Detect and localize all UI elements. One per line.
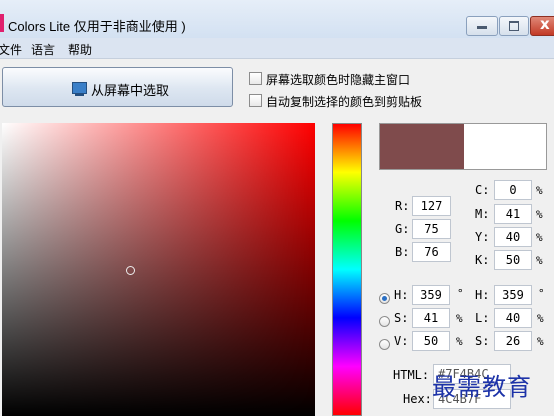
menu-bar: 文件 语言 帮助	[0, 38, 554, 59]
saturation-value-field[interactable]	[2, 123, 315, 416]
auto-copy-checkbox[interactable]	[249, 94, 262, 107]
window-title: Colors Lite 仅用于非商业使用 )	[8, 19, 186, 34]
hsv-h-radio[interactable]	[379, 293, 390, 304]
title-bar: Colors Lite 仅用于非商业使用 ) x	[0, 0, 554, 38]
hsl-h-input[interactable]: 359	[494, 285, 532, 305]
b-input[interactable]: 76	[412, 242, 451, 262]
menu-file[interactable]: 文件	[0, 41, 22, 58]
close-button[interactable]: x	[530, 15, 554, 36]
maximize-button[interactable]	[499, 16, 529, 36]
hsl-h-label: H:	[475, 288, 490, 302]
y-unit: %	[536, 231, 543, 244]
hsl-l-input[interactable]: 40	[494, 308, 532, 328]
monitor-icon	[72, 82, 87, 94]
maximize-icon	[509, 21, 519, 31]
hsv-v-radio[interactable]	[379, 339, 390, 350]
hide-window-label: 屏幕选取颜色时隐藏主窗口	[266, 73, 411, 87]
current-color-swatch	[380, 124, 464, 169]
k-label: K:	[475, 253, 490, 267]
hsv-s-radio[interactable]	[379, 316, 390, 327]
g-label: G:	[395, 222, 410, 236]
hsl-s-input[interactable]: 26	[494, 331, 532, 351]
close-icon: x	[540, 15, 550, 33]
g-input[interactable]: 75	[412, 219, 451, 239]
c-unit: %	[536, 184, 543, 197]
hsl-h-unit: °	[538, 287, 545, 300]
hsv-v-input[interactable]: 50	[412, 331, 450, 351]
hsv-s-input[interactable]: 41	[412, 308, 450, 328]
hsl-l-unit: %	[537, 312, 544, 325]
monitor-stand	[75, 94, 84, 96]
watermark-text: 最需教育	[432, 373, 532, 401]
hex-label: Hex:	[403, 392, 432, 406]
c-input[interactable]: 0	[494, 180, 532, 200]
hsv-h-input[interactable]: 359	[412, 285, 450, 305]
pick-from-screen-button[interactable]: 从屏幕中选取	[2, 67, 233, 107]
hue-slider[interactable]	[332, 123, 362, 416]
m-input[interactable]: 41	[494, 204, 532, 224]
hsl-s-unit: %	[537, 335, 544, 348]
menu-language[interactable]: 语言	[31, 41, 55, 58]
html-label: HTML:	[393, 368, 430, 382]
hsv-h-label: H:	[394, 288, 409, 302]
r-input[interactable]: 127	[412, 196, 451, 216]
color-cursor[interactable]	[126, 265, 136, 275]
minimize-button[interactable]	[466, 16, 498, 36]
hsv-v-unit: %	[456, 335, 463, 348]
b-label: B:	[395, 245, 410, 259]
k-input[interactable]: 50	[494, 250, 532, 270]
m-label: M:	[475, 207, 490, 221]
r-label: R:	[395, 199, 410, 213]
hsl-l-label: L:	[475, 311, 490, 325]
y-input[interactable]: 40	[494, 227, 532, 247]
hsv-s-unit: %	[456, 312, 463, 325]
menu-help[interactable]: 帮助	[68, 41, 92, 58]
k-unit: %	[536, 254, 543, 267]
m-unit: %	[536, 208, 543, 221]
y-label: Y:	[475, 230, 490, 244]
hsv-v-label: V:	[394, 334, 409, 348]
auto-copy-label: 自动复制选择的颜色到剪贴板	[266, 95, 423, 109]
color-preview	[379, 123, 547, 170]
hsl-s-label: S:	[475, 334, 490, 348]
previous-color-swatch	[464, 124, 546, 169]
hsv-s-label: S:	[394, 311, 409, 325]
hsv-h-unit: °	[457, 287, 464, 300]
c-label: C:	[475, 183, 490, 197]
hide-window-checkbox[interactable]	[249, 72, 262, 85]
pick-from-screen-label: 从屏幕中选取	[91, 84, 170, 99]
app-icon	[0, 14, 4, 32]
minimize-icon	[477, 26, 487, 29]
